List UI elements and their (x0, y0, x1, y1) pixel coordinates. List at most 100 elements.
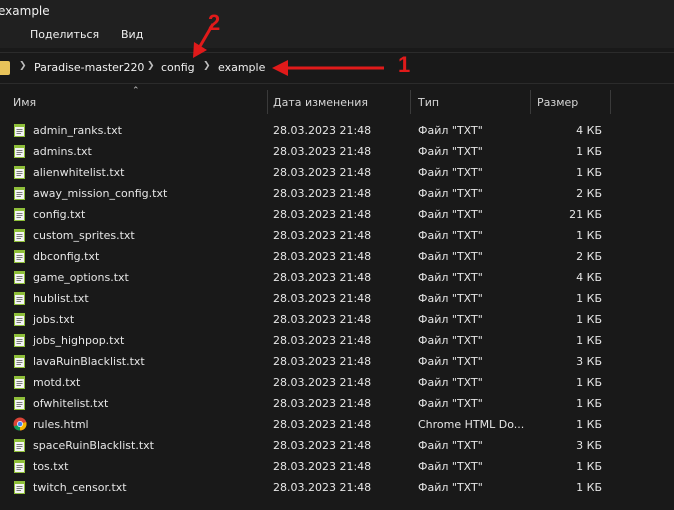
file-size: 4 КБ (576, 124, 602, 137)
file-date: 28.03.2023 21:48 (273, 250, 372, 263)
text-file-icon (13, 165, 26, 179)
file-row[interactable]: motd.txt 28.03.2023 21:48 Файл "TXT" 1 КБ (0, 372, 674, 393)
file-size: 1 КБ (576, 292, 602, 305)
file-type: Файл "TXT" (418, 250, 483, 263)
file-row[interactable]: dbconfig.txt 28.03.2023 21:48 Файл "TXT" 2 … (0, 246, 674, 267)
text-file-icon (13, 144, 26, 158)
text-file-icon (13, 375, 26, 389)
file-type: Файл "TXT" (418, 187, 483, 200)
file-type: Файл "TXT" (418, 439, 483, 452)
column-divider[interactable] (610, 90, 611, 114)
text-file-icon (13, 186, 26, 200)
file-size: 21 КБ (569, 208, 602, 221)
file-row[interactable]: hublist.txt 28.03.2023 21:48 Файл "TXT" 1 К… (0, 288, 674, 309)
annotation-number-2: 2 (208, 10, 221, 35)
file-date: 28.03.2023 21:48 (273, 334, 372, 347)
column-divider[interactable] (530, 90, 531, 114)
text-file-icon (13, 249, 26, 263)
file-row[interactable]: twitch_censor.txt 28.03.2023 21:48 Файл "T… (0, 477, 674, 498)
file-date: 28.03.2023 21:48 (273, 481, 372, 494)
file-size: 1 КБ (576, 460, 602, 473)
file-date: 28.03.2023 21:48 (273, 418, 372, 431)
file-type: Файл "TXT" (418, 481, 483, 494)
file-row[interactable]: admin_ranks.txt 28.03.2023 21:48 Файл "TXT… (0, 120, 674, 141)
file-name: tos.txt (33, 460, 69, 473)
file-row[interactable]: ofwhitelist.txt 28.03.2023 21:48 Файл "TXT… (0, 393, 674, 414)
text-file-icon (13, 354, 26, 368)
file-row[interactable]: game_options.txt 28.03.2023 21:48 Файл "TX… (0, 267, 674, 288)
file-size: 1 КБ (576, 145, 602, 158)
file-name: spaceRuinBlacklist.txt (33, 439, 154, 452)
file-row[interactable]: away_mission_config.txt 28.03.2023 21:48 Ф… (0, 183, 674, 204)
file-type: Файл "TXT" (418, 376, 483, 389)
file-row[interactable]: admins.txt 28.03.2023 21:48 Файл "TXT" 1 КБ (0, 141, 674, 162)
file-type: Файл "TXT" (418, 208, 483, 221)
file-row[interactable]: tos.txt 28.03.2023 21:48 Файл "TXT" 1 КБ (0, 456, 674, 477)
file-type: Файл "TXT" (418, 229, 483, 242)
file-size: 2 КБ (576, 250, 602, 263)
file-date: 28.03.2023 21:48 (273, 124, 372, 137)
file-date: 28.03.2023 21:48 (273, 460, 372, 473)
file-row[interactable]: custom_sprites.txt 28.03.2023 21:48 Файл "… (0, 225, 674, 246)
file-type: Файл "TXT" (418, 460, 483, 473)
file-type: Chrome HTML Do... (418, 418, 525, 431)
file-row[interactable]: spaceRuinBlacklist.txt 28.03.2023 21:48 Фа… (0, 435, 674, 456)
text-file-icon (13, 459, 26, 473)
file-size: 4 КБ (576, 271, 602, 284)
file-name: custom_sprites.txt (33, 229, 135, 242)
file-type: Файл "TXT" (418, 334, 483, 347)
annotation-number-1: 1 (398, 52, 411, 77)
file-size: 1 КБ (576, 313, 602, 326)
file-name: alienwhitelist.txt (33, 166, 125, 179)
file-name: away_mission_config.txt (33, 187, 168, 200)
file-type: Файл "TXT" (418, 313, 483, 326)
file-name: rules.html (33, 418, 89, 431)
file-row[interactable]: rules.html 28.03.2023 21:48 Chrome HTML Do… (0, 414, 674, 435)
file-type: Файл "TXT" (418, 292, 483, 305)
file-type: Файл "TXT" (418, 166, 483, 179)
file-date: 28.03.2023 21:48 (273, 376, 372, 389)
text-file-icon (13, 396, 26, 410)
text-file-icon (13, 291, 26, 305)
file-list: admin_ranks.txt 28.03.2023 21:48 Файл "TXT… (0, 120, 674, 498)
column-type[interactable]: Тип (418, 96, 439, 109)
column-divider[interactable] (267, 90, 268, 114)
text-file-icon (13, 480, 26, 494)
file-name: config.txt (33, 208, 86, 221)
file-row[interactable]: lavaRuinBlacklist.txt 28.03.2023 21:48 Фай… (0, 351, 674, 372)
file-name: jobs.txt (33, 313, 75, 326)
file-size: 1 КБ (576, 166, 602, 179)
file-type: Файл "TXT" (418, 271, 483, 284)
file-date: 28.03.2023 21:48 (273, 271, 372, 284)
file-row[interactable]: config.txt 28.03.2023 21:48 Файл "TXT" 21 К… (0, 204, 674, 225)
file-size: 1 КБ (576, 334, 602, 347)
file-row[interactable]: jobs_highpop.txt 28.03.2023 21:48 Файл "TX… (0, 330, 674, 351)
chrome-icon (13, 417, 27, 431)
file-date: 28.03.2023 21:48 (273, 187, 372, 200)
column-size[interactable]: Размер (537, 96, 578, 109)
column-name[interactable]: Имя (13, 96, 36, 109)
file-date: 28.03.2023 21:48 (273, 397, 372, 410)
file-row[interactable]: jobs.txt 28.03.2023 21:48 Файл "TXT" 1 КБ (0, 309, 674, 330)
file-date: 28.03.2023 21:48 (273, 166, 372, 179)
file-row[interactable]: alienwhitelist.txt 28.03.2023 21:48 Файл "… (0, 162, 674, 183)
text-file-icon (13, 333, 26, 347)
annotation-arrowhead-1 (272, 60, 288, 76)
file-size: 3 КБ (576, 355, 602, 368)
text-file-icon (13, 270, 26, 284)
file-name: game_options.txt (33, 271, 129, 284)
file-name: ofwhitelist.txt (33, 397, 109, 410)
file-type: Файл "TXT" (418, 145, 483, 158)
file-size: 1 КБ (576, 229, 602, 242)
file-name: hublist.txt (33, 292, 89, 305)
file-size: 1 КБ (576, 397, 602, 410)
file-size: 1 КБ (576, 481, 602, 494)
file-date: 28.03.2023 21:48 (273, 145, 372, 158)
text-file-icon (13, 312, 26, 326)
column-date[interactable]: Дата изменения (273, 96, 368, 109)
file-name: dbconfig.txt (33, 250, 100, 263)
file-name: jobs_highpop.txt (33, 334, 125, 347)
column-header: ⌃ Имя Дата изменения Тип Размер (0, 86, 674, 116)
file-date: 28.03.2023 21:48 (273, 208, 372, 221)
column-divider[interactable] (410, 90, 411, 114)
